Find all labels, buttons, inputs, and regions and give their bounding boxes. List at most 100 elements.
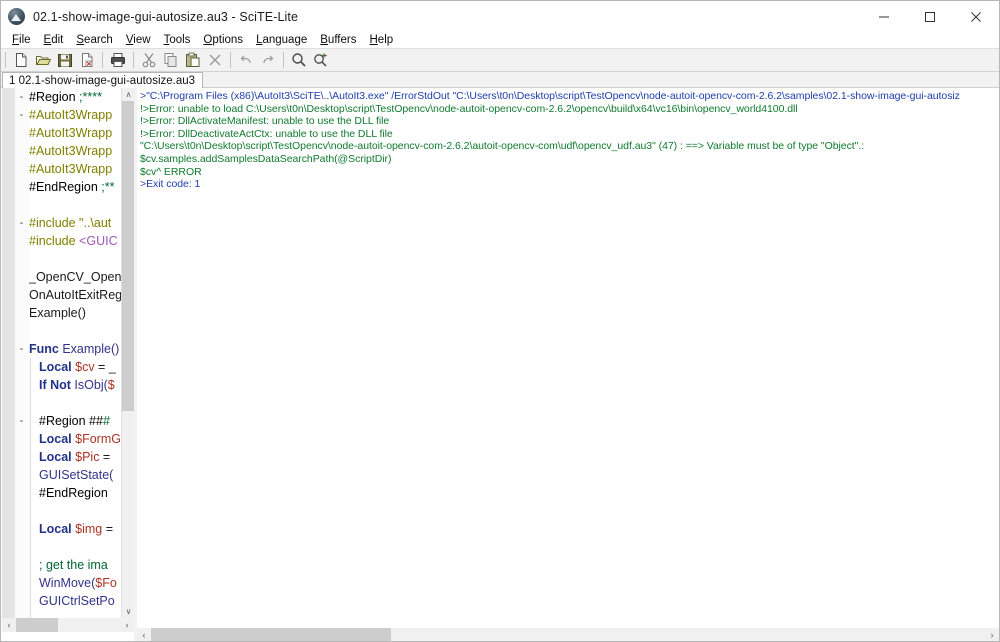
code-token: $Pic	[75, 450, 100, 464]
editor-line: Func Example()	[29, 340, 121, 358]
tab-label: 1 02.1-show-image-gui-autosize.au3	[9, 74, 196, 87]
indent-guide	[30, 376, 31, 394]
code-token: #include	[29, 234, 80, 248]
editor-line: #AutoIt3Wrapp	[29, 124, 121, 142]
replace-icon[interactable]	[310, 50, 332, 71]
editor-line: #AutoIt3Wrapp	[29, 142, 121, 160]
output-line: >Exit code: 1	[140, 178, 201, 191]
editor-line-content: _OpenCV_Open	[29, 270, 121, 284]
editor-line: Local $Pic =	[29, 448, 121, 466]
editor-line: #EndRegion ;**	[29, 178, 121, 196]
open-file-icon[interactable]	[32, 50, 54, 71]
editor-text-area[interactable]: #Region ;**** #AutoIt3Wrapp #AutoIt3Wrapp #…	[29, 88, 121, 618]
minimize-button[interactable]	[861, 1, 907, 32]
tab-item-0[interactable]: 1 02.1-show-image-gui-autosize.au3	[2, 72, 204, 88]
code-token: Local	[39, 432, 76, 446]
undo-icon[interactable]	[235, 50, 257, 71]
editor-line: #include <GUIC	[29, 232, 121, 250]
redo-icon[interactable]	[257, 50, 279, 71]
output-line: !>Error: unable to load C:\Users\t0n\Des…	[140, 102, 798, 115]
editor-horizontal-scrollbar[interactable]: ‹ ›	[2, 618, 134, 632]
new-file-icon[interactable]	[10, 50, 32, 71]
editor-line: Example()	[29, 304, 121, 322]
editor-line-content: ; get the ima	[29, 558, 108, 572]
code-token: $img	[75, 522, 103, 536]
cut-icon[interactable]	[138, 50, 160, 71]
editor-line: Local $cv = _	[29, 358, 121, 376]
close-button[interactable]	[953, 1, 999, 32]
editor-fold-margin[interactable]	[15, 88, 29, 618]
menu-item-help[interactable]: Help	[363, 33, 400, 47]
editor-line-content: #Region ###	[29, 414, 110, 428]
menu-item-search[interactable]: Search	[70, 33, 119, 47]
code-token: Local	[39, 450, 76, 464]
editor-line-content: GUISetState(	[29, 468, 113, 482]
code-token: If Not	[39, 378, 75, 392]
menu-item-edit[interactable]: Edit	[38, 33, 71, 47]
editor-line: WinMove($Fo	[29, 574, 121, 592]
editor-scroll-right-arrow[interactable]: ›	[120, 618, 134, 632]
editor-line: #Region ###	[29, 412, 121, 430]
menu-item-options[interactable]: Options	[197, 33, 250, 47]
toolbar-separator	[133, 52, 134, 68]
indent-guide	[30, 574, 31, 592]
output-pane[interactable]: >"C:\Program Files (x86)\AutoIt3\SciTE\.…	[137, 88, 999, 628]
code-token: <GUIC	[79, 234, 118, 248]
delete-icon[interactable]	[204, 50, 226, 71]
indent-guide	[30, 610, 31, 618]
code-token: = _	[94, 360, 116, 374]
scite-app-icon	[8, 8, 25, 25]
menu-item-view[interactable]: View	[120, 33, 158, 47]
code-token: #AutoIt3Wrapp	[29, 126, 113, 140]
editor-line-content: #include "..\aut	[29, 216, 111, 230]
menu-item-tools[interactable]: Tools	[158, 33, 198, 47]
code-token: #EndRegion	[39, 486, 108, 500]
output-line: $cv^ ERROR	[140, 165, 202, 178]
editor-vscroll-thumb[interactable]	[122, 101, 134, 411]
editor-vertical-scrollbar[interactable]: ∧ ∨	[121, 88, 134, 618]
code-token: WinMove(	[39, 576, 96, 590]
toolbar-separator	[230, 52, 231, 68]
menu-item-file[interactable]: File	[6, 33, 38, 47]
editor-line: Local $FormG	[29, 430, 121, 448]
indent-guide	[30, 556, 31, 574]
output-hscroll-thumb[interactable]	[151, 628, 391, 641]
editor-line	[29, 610, 121, 618]
code-editor-pane[interactable]: #Region ;**** #AutoIt3Wrapp #AutoIt3Wrapp #…	[2, 88, 134, 618]
editor-line-content: #AutoIt3Wrapp	[29, 126, 112, 140]
editor-line: #AutoIt3Wrapp	[29, 160, 121, 178]
paste-icon[interactable]	[182, 50, 204, 71]
output-scroll-left-arrow[interactable]: ‹	[137, 628, 151, 641]
editor-scroll-up-arrow[interactable]: ∧	[122, 88, 134, 101]
editor-scroll-left-arrow[interactable]: ‹	[2, 618, 16, 632]
output-horizontal-scrollbar[interactable]: ‹ ›	[137, 628, 999, 641]
print-icon[interactable]	[107, 50, 129, 71]
close-file-icon[interactable]	[76, 50, 98, 71]
copy-icon[interactable]	[160, 50, 182, 71]
editor-line: GUISetState(	[29, 466, 121, 484]
editor-line: #EndRegion	[29, 484, 121, 502]
find-icon[interactable]	[288, 50, 310, 71]
editor-scroll-down-arrow[interactable]: ∨	[122, 605, 134, 618]
maximize-button[interactable]	[907, 1, 953, 32]
editor-line: Local $img =	[29, 520, 121, 538]
code-token: =	[99, 450, 114, 464]
window-controls	[861, 1, 999, 32]
toolbar-separator	[5, 52, 6, 68]
code-token: #include	[29, 216, 80, 230]
title-bar: 02.1-show-image-gui-autosize.au3 - SciTE…	[1, 1, 999, 32]
editor-hscroll-thumb[interactable]	[16, 618, 58, 632]
toolbar-separator	[283, 52, 284, 68]
indent-guide	[30, 592, 31, 610]
code-token: #	[102, 414, 110, 428]
menu-item-language[interactable]: Language	[250, 33, 314, 47]
editor-line-content: #AutoIt3Wrapp	[29, 108, 112, 122]
editor-line: #include "..\aut	[29, 214, 121, 232]
editor-line-content: #AutoIt3Wrapp	[29, 162, 112, 176]
output-scroll-right-arrow[interactable]: ›	[985, 628, 999, 641]
menu-item-buffers[interactable]: Buffers	[314, 33, 363, 47]
editor-line-number-margin	[2, 88, 15, 618]
save-file-icon[interactable]	[54, 50, 76, 71]
